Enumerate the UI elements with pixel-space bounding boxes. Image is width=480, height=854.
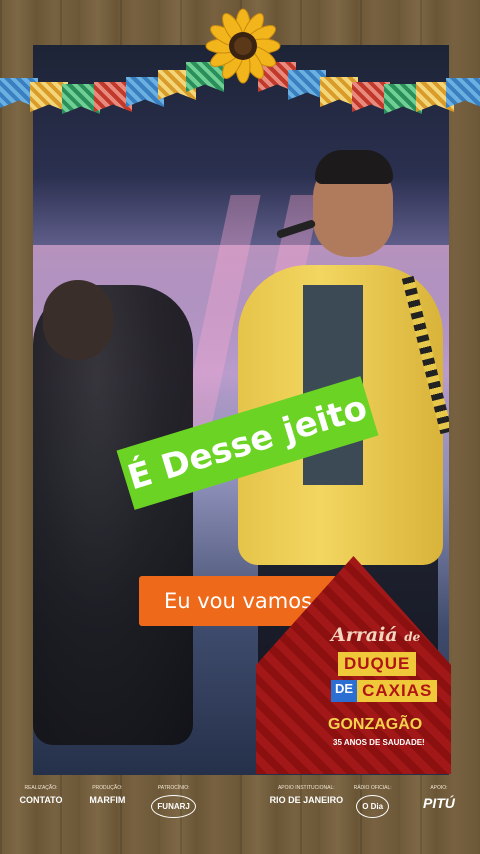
sponsor-patrocinio: PATROCÍNIO: FUNARJ [147,785,201,845]
sponsor-label: REALIZAÇÃO: [24,785,58,791]
sponsor-label: PATROCÍNIO: [157,785,190,791]
singer-hair [315,150,393,184]
sponsor-logo-odia: O Dia [356,795,390,818]
sponsor-apoio-institucional: APOIO INSTITUCIONAL: RIO DE JANEIRO [270,785,344,845]
sponsor-logo-pitu: PITÚ [423,795,455,811]
badge-title-main: Arraiá [331,624,398,646]
sponsor-label: APOIO INSTITUCIONAL: [277,785,335,791]
badge-duque: DUQUE [338,652,417,676]
badge-title-suffix: de [404,630,421,644]
badge-caxias-row: DE CAXIAS [331,680,438,702]
guitarist-head [43,280,113,360]
sponsor-logo-rio: RIO DE JANEIRO [269,795,344,805]
sponsor-footer: REALIZAÇÃO: CONTATO PRODUÇÃO: MARFIM PAT… [0,785,480,845]
badge-title: Arraiá de [331,624,420,646]
badge-gonzagao: GONZAGÃO [328,716,423,733]
sponsor-label: RÁDIO OFICIAL: [353,785,392,791]
sponsor-label: APOIO: [430,785,448,791]
sponsor-label: PRODUÇÃO: [92,785,123,791]
sunflower-icon [205,8,281,84]
sponsor-radio: RÁDIO OFICIAL: O Dia [346,785,400,845]
sponsor-secretaria [213,785,267,845]
sponsor-apoio: APOIO: PITÚ [412,785,466,845]
badge-subtitle: 35 ANOS DE SAUDADE! [333,738,425,747]
sponsor-logo-marfim: MARFIM [89,795,126,805]
badge-caxias: CAXIAS [357,680,438,702]
sponsor-logo-contato: CONTATO [19,795,63,805]
sponsor-producao: PRODUÇÃO: MARFIM [80,785,134,845]
sponsor-logo-funarj: FUNARJ [151,795,196,818]
badge-de: DE [331,680,358,702]
sponsor-realizacao: REALIZAÇÃO: CONTATO [14,785,68,845]
guitarist-figure [33,285,193,745]
bunting-flag [446,78,480,108]
arraia-badge: Arraiá de DUQUE DE CAXIAS GONZAGÃO 35 AN… [256,556,451,774]
